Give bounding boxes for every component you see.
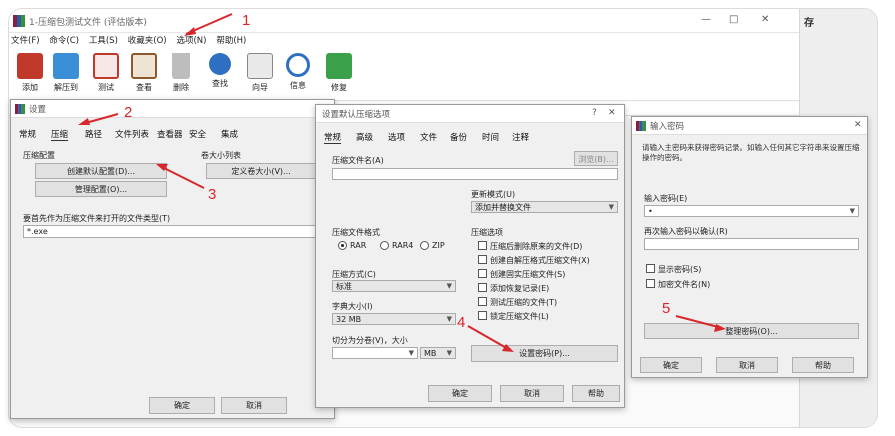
annotation-number-5: 5 [662, 300, 671, 317]
annotation-number-3: 3 [208, 186, 217, 203]
annotation-arrows [78, 13, 726, 352]
annotation-arrow-4 [467, 325, 511, 351]
annotation-number-4: 4 [457, 314, 466, 331]
annotation-number-1: 1 [242, 12, 251, 29]
annotation-arrow-3 [159, 165, 205, 189]
annotation-arrowhead-4 [502, 344, 514, 352]
annotation-arrowhead-1 [184, 27, 196, 36]
annotation-arrowhead-5 [714, 324, 726, 332]
annotation-arrow-5 [675, 315, 723, 329]
annotation-number-2: 2 [124, 104, 133, 121]
annotation-arrowhead-2 [78, 118, 90, 125]
